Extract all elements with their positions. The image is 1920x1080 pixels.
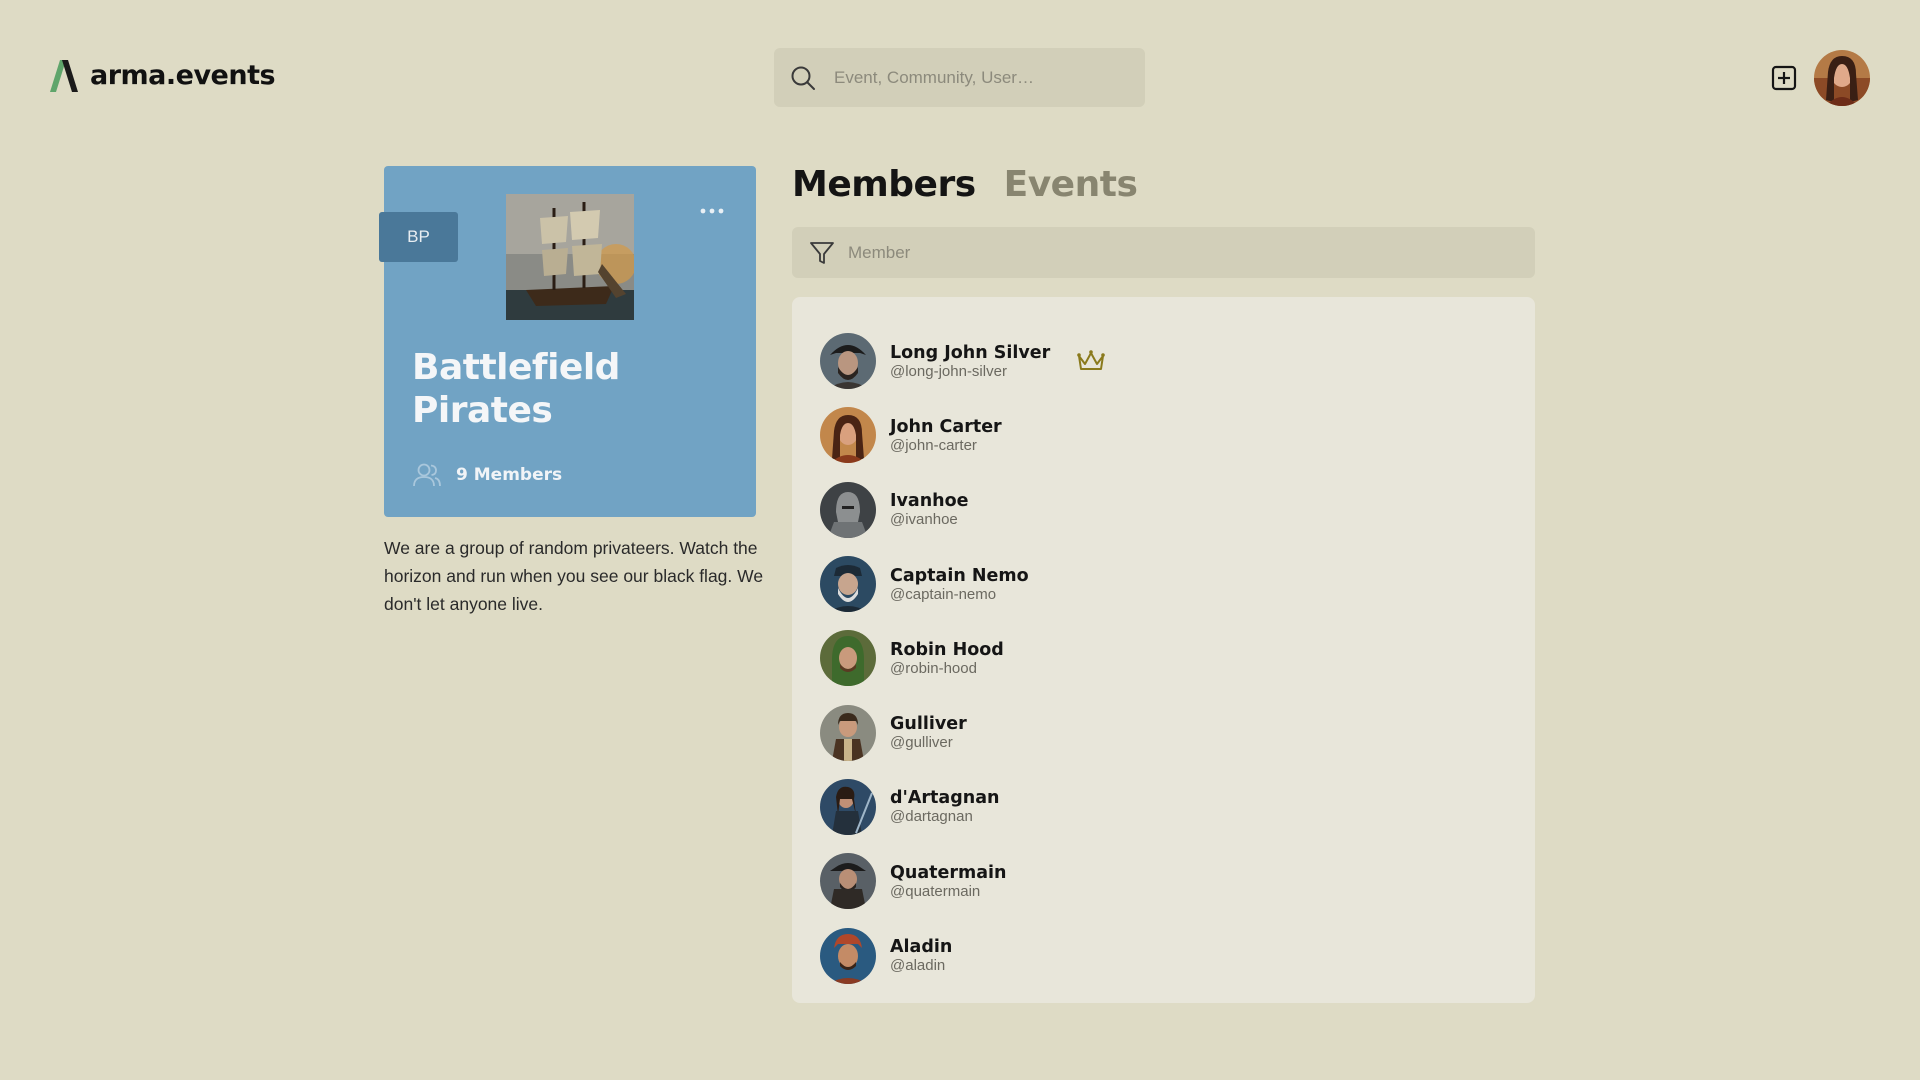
member-name: Ivanhoe xyxy=(890,491,969,512)
member-item[interactable]: Robin Hood @robin-hood xyxy=(820,621,1106,695)
member-list: Long John Silver @long-john-silver John … xyxy=(820,324,1106,993)
member-handle: @robin-hood xyxy=(890,659,977,677)
member-handle: @long-john-silver xyxy=(890,362,1007,380)
member-item[interactable]: John Carter @john-carter xyxy=(820,398,1106,472)
crown-icon xyxy=(1077,350,1106,371)
member-avatar xyxy=(820,556,876,613)
community-tabs: Members Events xyxy=(792,164,1138,205)
member-handle: @gulliver xyxy=(890,734,953,752)
community-description: We are a group of random privateers. Wat… xyxy=(384,538,764,614)
member-name: Long John Silver xyxy=(890,342,1051,363)
filter-icon xyxy=(810,242,834,264)
member-avatar xyxy=(820,481,876,538)
tab-events[interactable]: Events xyxy=(1004,164,1138,205)
member-name: Aladin xyxy=(890,937,953,958)
member-handle: @ivanhoe xyxy=(890,511,958,529)
member-filter-input[interactable] xyxy=(846,227,1506,278)
top-bar: arma.events xyxy=(0,0,1920,140)
users-icon xyxy=(413,463,441,487)
brand-link[interactable]: arma.events xyxy=(48,58,276,92)
member-handle: @john-carter xyxy=(890,436,977,454)
plus-square-icon[interactable] xyxy=(1771,65,1797,91)
community-name: Battlefield Pirates xyxy=(412,347,620,431)
member-name: Quatermain xyxy=(890,862,1007,883)
member-avatar xyxy=(820,704,876,761)
member-avatar xyxy=(820,407,876,464)
member-handle: @captain-nemo xyxy=(890,585,997,603)
search-icon xyxy=(791,66,815,90)
community-cover-image xyxy=(506,194,634,320)
member-name: d'Artagnan xyxy=(890,788,1000,809)
search-input[interactable] xyxy=(832,48,1132,107)
member-list-panel: Long John Silver @long-john-silver John … xyxy=(792,297,1535,1003)
member-avatar xyxy=(820,853,876,910)
global-search xyxy=(774,48,1145,107)
member-item[interactable]: Ivanhoe @ivanhoe xyxy=(820,473,1106,547)
member-avatar xyxy=(820,333,876,390)
user-avatar[interactable] xyxy=(1814,50,1870,106)
member-item[interactable]: d'Artagnan @dartagnan xyxy=(820,770,1106,844)
member-filter xyxy=(792,227,1535,278)
brand-name: arma.events xyxy=(90,59,276,91)
member-item[interactable]: Aladin @aladin xyxy=(820,918,1106,992)
members-count-label: 9 Members xyxy=(456,465,563,485)
member-name: Gulliver xyxy=(890,714,967,735)
member-handle: @quatermain xyxy=(890,882,981,900)
member-handle: @aladin xyxy=(890,957,946,975)
member-item[interactable]: Gulliver @gulliver xyxy=(820,695,1106,769)
member-name: John Carter xyxy=(890,416,1002,437)
member-avatar xyxy=(820,630,876,687)
tab-members[interactable]: Members xyxy=(792,164,976,205)
member-item[interactable]: Quatermain @quatermain xyxy=(820,844,1106,918)
more-options-icon[interactable] xyxy=(698,204,726,218)
brand-logo-icon xyxy=(50,60,78,92)
member-avatar xyxy=(820,927,876,984)
community-member-count: 9 Members xyxy=(412,462,562,488)
community-tag-badge: BP xyxy=(379,212,458,262)
member-handle: @dartagnan xyxy=(890,808,973,826)
community-card: BP Battlefield Pirates 9 Members xyxy=(379,166,756,517)
member-name: Captain Nemo xyxy=(890,565,1029,586)
member-item[interactable]: Long John Silver @long-john-silver xyxy=(820,324,1106,398)
member-item[interactable]: Captain Nemo @captain-nemo xyxy=(820,547,1106,621)
member-name: Robin Hood xyxy=(890,639,1004,660)
member-avatar xyxy=(820,778,876,835)
